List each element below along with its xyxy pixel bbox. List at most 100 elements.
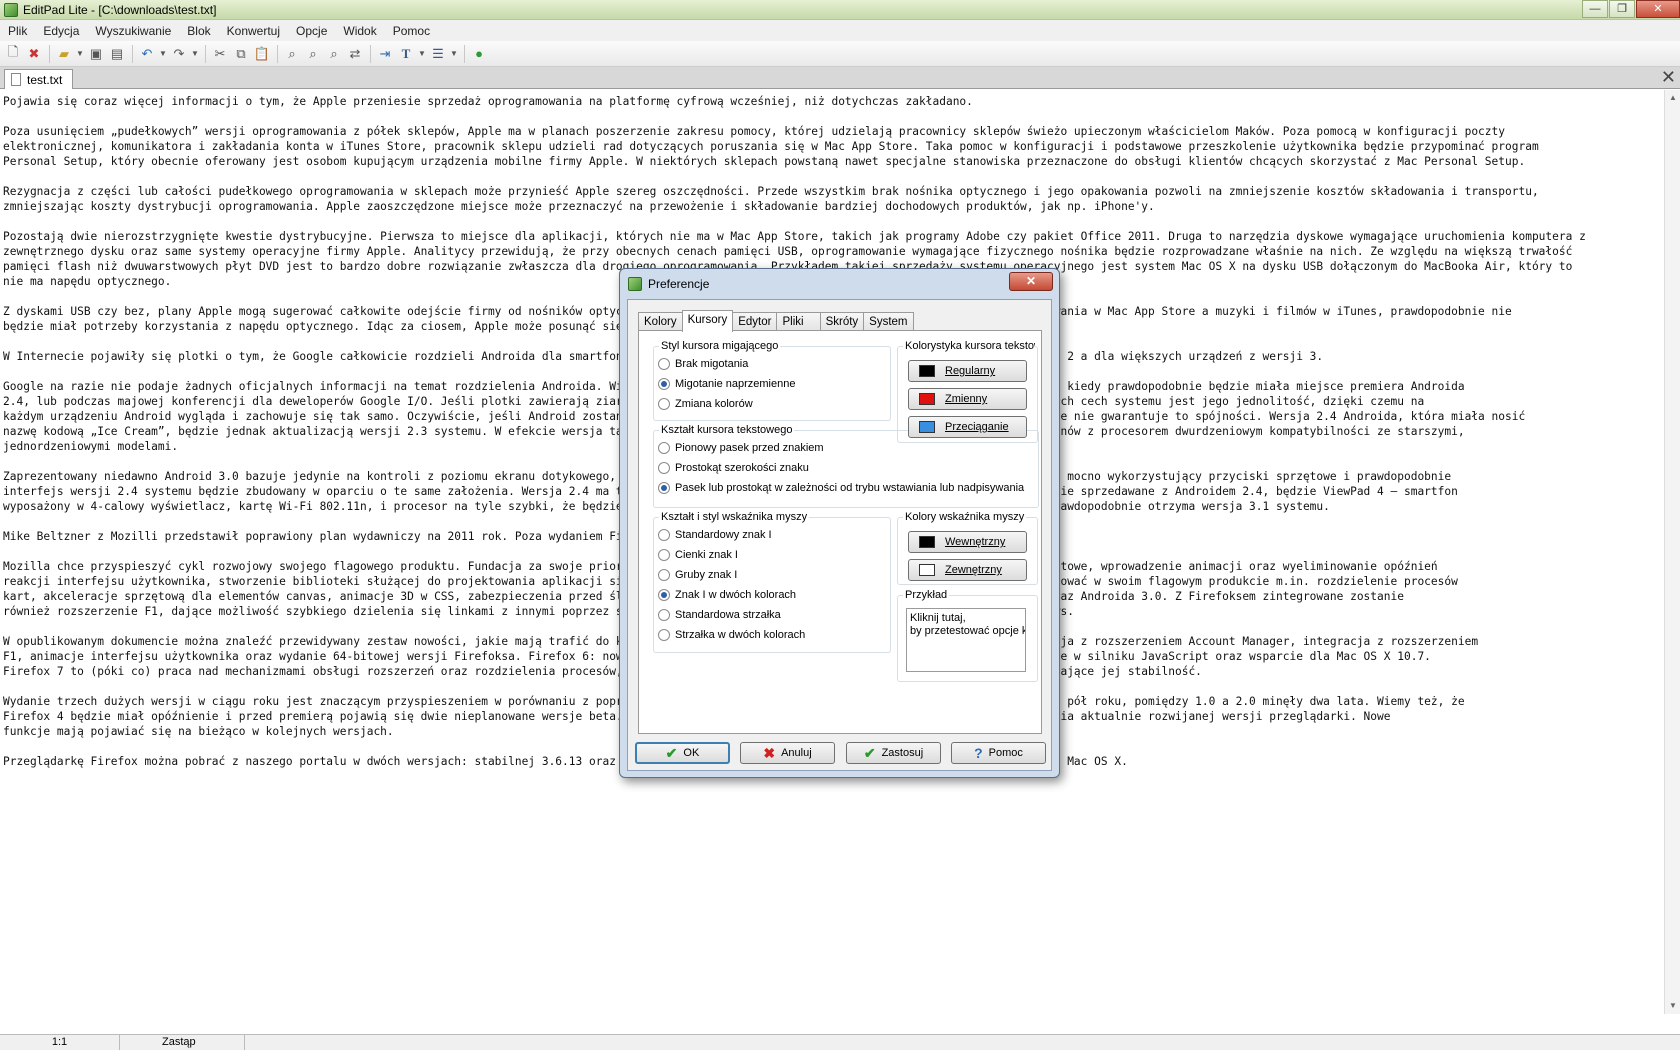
redo-icon[interactable]: ↷ [169,44,189,64]
radio-two-color-arrow[interactable]: Strzałka w dwóch kolorach [658,629,805,641]
word-wrap-icon[interactable]: ☰ [428,44,448,64]
help-icon: ? [974,745,983,761]
undo-dropdown-icon[interactable]: ▼ [158,44,168,64]
maximize-button[interactable]: ❐ [1609,0,1635,18]
save-icon[interactable]: ▣ [86,44,106,64]
menu-edycja[interactable]: Edycja [35,24,87,38]
radio-circle[interactable] [658,442,670,454]
color-swatch [919,421,935,433]
close-file-icon[interactable]: ✖ [24,44,44,64]
search-icon[interactable]: ⌕ [282,44,302,64]
radio-circle[interactable] [658,629,670,641]
example-group: Przykład Kliknij tutaj, by przetestować o… [897,589,1038,682]
new-file-icon[interactable]: 🗋 [3,44,23,64]
menu-pomoc[interactable]: Pomoc [385,24,438,38]
find-previous-icon[interactable]: ⌕ [324,44,344,64]
button-label: Pomoc [988,747,1023,759]
outer-color-button[interactable]: Zewnętrzny [908,559,1027,581]
button-label: Regularny [945,365,996,377]
radio-thick-ibeam[interactable]: Gruby znak I [658,569,737,581]
radio-alternate-blink[interactable]: Migotanie naprzemienne [658,378,795,390]
checkmark-icon: ✔ [665,744,678,761]
radio-circle-selected[interactable] [658,482,670,494]
menu-opcje[interactable]: Opcje [288,24,335,38]
tab-kursory[interactable]: Kursory [681,310,734,332]
radio-circle[interactable] [658,398,670,410]
window-controls: — ❐ ✕ [1581,0,1680,18]
toolbar-separator [277,44,278,63]
menu-konwertuj[interactable]: Konwertuj [219,24,288,38]
radio-circle-selected[interactable] [658,589,670,601]
drag-color-button[interactable]: Przeciąganie [908,416,1027,438]
close-window-button[interactable]: ✕ [1636,0,1680,18]
radio-vertical-bar[interactable]: Pionowy pasek przed znakiem [658,442,824,454]
radio-bar-or-block[interactable]: Pasek lub prostokąt w zależności od tryb… [658,482,1024,494]
open-folder-icon[interactable]: ▰ [54,44,74,64]
scroll-up-icon[interactable]: ▲ [1665,90,1680,106]
tab-skroty[interactable]: Skróty [819,312,865,331]
tab-kolory[interactable]: Kolory [638,312,683,331]
replace-icon[interactable]: ⇄ [345,44,365,64]
radio-label: Standardowy znak I [675,529,772,541]
close-tab-icon[interactable]: ✕ [1661,68,1676,86]
tab-system[interactable]: System [863,312,914,331]
menu-blok[interactable]: Blok [179,24,218,38]
button-label: Przeciąganie [945,421,1009,433]
find-next-icon[interactable]: ⌕ [303,44,323,64]
title-bar: EditPad Lite - [C:\downloads\test.txt] —… [0,0,1680,20]
open-dropdown-icon[interactable]: ▼ [75,44,85,64]
help-button[interactable]: ? Pomoc [951,742,1046,764]
font-dropdown-icon[interactable]: ▼ [417,44,427,64]
mouse-colors-group: Kolory wskaźnika myszy Wewnętrzny Zewnęt… [897,511,1038,585]
wrap-dropdown-icon[interactable]: ▼ [449,44,459,64]
radio-circle-selected[interactable] [658,378,670,390]
radio-circle[interactable] [658,569,670,581]
menu-wyszukiwanie[interactable]: Wyszukiwanie [87,24,179,38]
apply-button[interactable]: ✔ Zastosuj [846,742,941,764]
radio-thin-ibeam[interactable]: Cienki znak I [658,549,738,561]
menu-widok[interactable]: Widok [335,24,384,38]
cursor-shape-label: Kształt kursora tekstowego [659,424,795,436]
radio-standard-arrow[interactable]: Standardowa strzałka [658,609,781,621]
editor-line: Pojawia się coraz więcej informacji o ty… [3,95,973,108]
radio-no-blink[interactable]: Brak migotania [658,358,748,370]
copy-icon[interactable]: ⧉ [231,44,251,64]
cursor-test-area[interactable]: Kliknij tutaj, by przetestować opcje k [906,608,1026,672]
regular-color-button[interactable]: Regularny [908,360,1027,382]
minimize-button[interactable]: — [1582,0,1608,18]
ok-button[interactable]: ✔ OK [635,742,730,764]
radio-circle[interactable] [658,462,670,474]
cancel-button[interactable]: ✖ Anuluj [740,742,835,764]
inner-color-button[interactable]: Wewnętrzny [908,531,1027,553]
radio-standard-ibeam[interactable]: Standardowy znak I [658,529,772,541]
radio-label: Pionowy pasek przed znakiem [675,442,824,454]
button-label: Anuluj [781,747,812,759]
dialog-close-button[interactable]: ✕ [1009,272,1053,291]
radio-circle[interactable] [658,549,670,561]
radio-circle[interactable] [658,358,670,370]
radio-label: Migotanie naprzemienne [675,378,796,390]
paste-icon[interactable]: 📋 [252,44,272,64]
alternate-color-button[interactable]: Zmienny [908,388,1027,410]
vertical-scrollbar[interactable]: ▲ ▼ [1664,90,1680,1014]
tab-edytor[interactable]: Edytor [732,312,778,331]
undo-icon[interactable]: ↶ [137,44,157,64]
menu-plik[interactable]: Plik [0,24,35,38]
radio-two-color-ibeam[interactable]: Znak I w dwóch kolorach [658,589,796,601]
redo-dropdown-icon[interactable]: ▼ [190,44,200,64]
insert-mode-indicator[interactable]: Zastąp [120,1035,245,1050]
radio-block[interactable]: Prostokąt szerokości znaku [658,462,809,474]
scroll-down-icon[interactable]: ▼ [1665,998,1680,1014]
document-tab[interactable]: test.txt [4,69,74,89]
radio-color-change[interactable]: Zmiana kolorów [658,398,753,410]
tab-pliki[interactable]: Pliki [776,312,821,331]
radio-circle[interactable] [658,609,670,621]
indent-icon[interactable]: ⇥ [375,44,395,64]
dialog-body: Kolory Kursory Edytor Pliki Skróty Syste… [627,299,1052,771]
cut-icon[interactable]: ✂ [210,44,230,64]
font-icon[interactable]: T [396,44,416,64]
radio-circle[interactable] [658,529,670,541]
save-all-icon[interactable]: ▤ [107,44,127,64]
preferences-tabs: Kolory Kursory Edytor Pliki Skróty Syste… [638,310,914,332]
web-globe-icon[interactable]: ● [469,44,489,64]
